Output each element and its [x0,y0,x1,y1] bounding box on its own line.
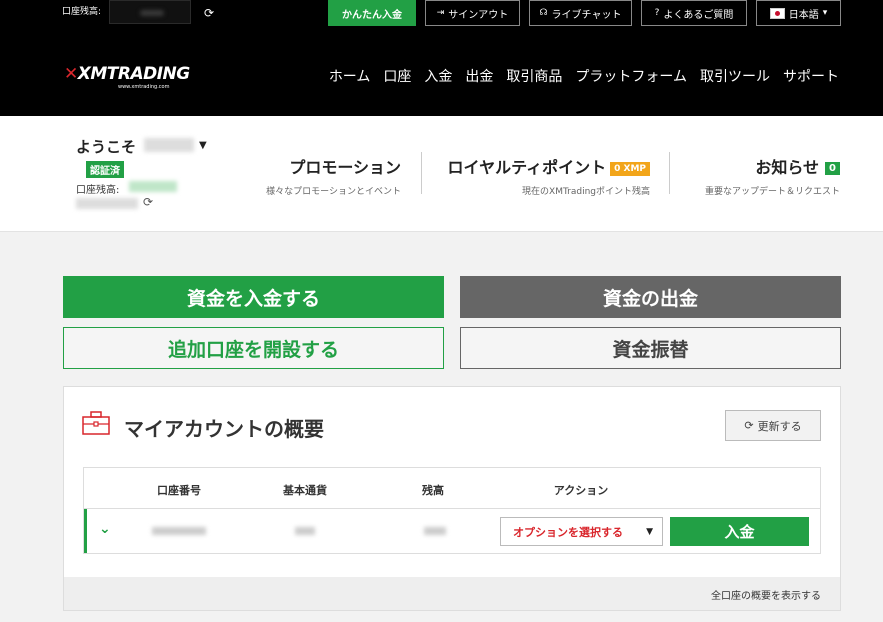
xmtrading-logo[interactable]: ✕XMTRADING [64,64,190,84]
col-base-currency: 基本通貨 [283,484,327,497]
account-overview-panel: マイアカウントの概要 ⟳ 更新する 口座番号 基本通貨 残高 アクション ⌄ オ… [63,386,841,611]
faq-button[interactable]: ? よくあるご質問 [641,0,747,26]
loyalty-title: ロイヤルティポイント [447,158,607,177]
panel-footer: 全口座の概要を表示する [64,577,840,610]
caret-down-icon[interactable]: ▼ [199,140,207,151]
nav-item-support[interactable]: サポート [783,66,839,86]
overview-title: マイアカウントの概要 [124,417,324,441]
language-select[interactable]: 日本語 ▾ [756,0,841,26]
table-row: ⌄ オプションを選択する ▼ 入金 [84,509,820,553]
account-balance-redacted [129,181,177,192]
nav-item-tools[interactable]: 取引ツール [700,66,770,86]
nav-item-accounts[interactable]: 口座 [383,66,411,86]
options-select[interactable]: オプションを選択する ▼ [500,517,663,546]
refresh-icon: ⟳ [744,419,754,432]
table-header: 口座番号 基本通貨 残高 アクション [84,468,820,509]
balance-value-redacted [109,0,191,24]
view-all-accounts-link[interactable]: 全口座の概要を表示する [711,587,821,602]
promotions-subtitle: 様々なプロモーションとイベント [266,187,401,197]
signout-button[interactable]: ⇥ サインアウト [425,0,520,26]
currency-redacted [295,527,315,535]
news-count-badge: 0 [825,162,840,175]
welcome-greeting: ようこそ [76,138,137,156]
nav-item-instruments[interactable]: 取引商品 [506,66,562,86]
user-name-redacted [144,138,194,152]
divider [421,152,422,194]
quick-deposit-label: かんたん入金 [342,9,402,21]
promotions-link[interactable]: プロモーション 様々なプロモーションとイベント [266,154,401,197]
account-balance-label: 口座残高: [76,185,120,196]
loyalty-subtitle: 現在のXMTradingポイント残高 [522,187,650,197]
verified-badge: 認証済 [86,161,124,178]
logo-subtext: www.xmtrading.com [118,84,170,90]
nav-menu: ホーム 口座 入金 出金 取引商品 プラットフォーム 取引ツール サポート [329,66,839,86]
signout-label: サインアウト [448,9,509,21]
livechat-button[interactable]: ☊ ライブチャット [529,0,632,26]
col-balance: 残高 [422,484,444,497]
withdraw-funds-button[interactable]: 資金の出金 [460,276,841,318]
caret-down-icon: ▼ [646,527,653,537]
balance-redacted [424,527,446,535]
refresh-button[interactable]: ⟳ 更新する [725,410,821,441]
loyalty-points-link[interactable]: ロイヤルティポイント 0 XMP 現在のXMTradingポイント残高 [448,154,650,197]
deposit-funds-button[interactable]: 資金を入金する [63,276,444,318]
open-account-button[interactable]: 追加口座を開設する [63,327,444,369]
top-bar: 口座残高: ⟳ かんたん入金 ⇥ サインアウト ☊ ライブチャット ? よくある… [0,0,883,40]
livechat-label: ライブチャット [551,9,622,21]
nav-item-withdraw[interactable]: 出金 [465,66,493,86]
xmp-badge: 0 XMP [610,161,650,176]
language-label: 日本語 [788,9,819,21]
divider [669,152,670,194]
account-number-redacted [152,527,206,535]
chevron-down-icon[interactable]: ⌄ [99,521,111,537]
accounts-table: 口座番号 基本通貨 残高 アクション ⌄ オプションを選択する ▼ 入金 [83,467,821,554]
balance-label: 口座残高: [62,7,102,17]
nav-item-deposit[interactable]: 入金 [424,66,452,86]
japan-flag-icon [769,7,785,19]
transfer-funds-button[interactable]: 資金振替 [460,327,841,369]
quick-deposit-button[interactable]: かんたん入金 [328,0,416,26]
news-subtitle: 重要なアップデート＆リクエスト [704,187,840,197]
nav-item-platforms[interactable]: プラットフォーム [575,66,687,86]
refresh-icon[interactable]: ⟳ [204,6,214,20]
news-title: お知らせ [755,158,820,177]
nav-item-home[interactable]: ホーム [329,66,371,86]
main-nav: ✕XMTRADING www.xmtrading.com ホーム 口座 入金 出… [0,40,883,116]
account-number-redacted [76,198,138,209]
options-select-label: オプションを選択する [513,525,623,539]
col-account-number: 口座番号 [157,484,201,497]
row-deposit-button[interactable]: 入金 [670,517,809,546]
briefcase-icon [82,411,110,435]
col-action: アクション [553,484,609,497]
caret-down-icon: ▾ [822,8,828,18]
headset-icon: ☊ [539,8,548,18]
welcome-strip: ようこそ ▼ 認証済 口座残高: ⟳ プロモーション 様々なプロモーションとイベ… [0,116,883,232]
refresh-label: 更新する [757,419,802,433]
refresh-icon[interactable]: ⟳ [143,195,153,209]
faq-label: よくあるご質問 [663,9,734,21]
promotions-title: プロモーション [289,158,401,177]
signout-icon: ⇥ [436,8,445,18]
question-icon: ? [654,8,660,18]
news-link[interactable]: お知らせ 0 重要なアップデート＆リクエスト [705,154,840,197]
